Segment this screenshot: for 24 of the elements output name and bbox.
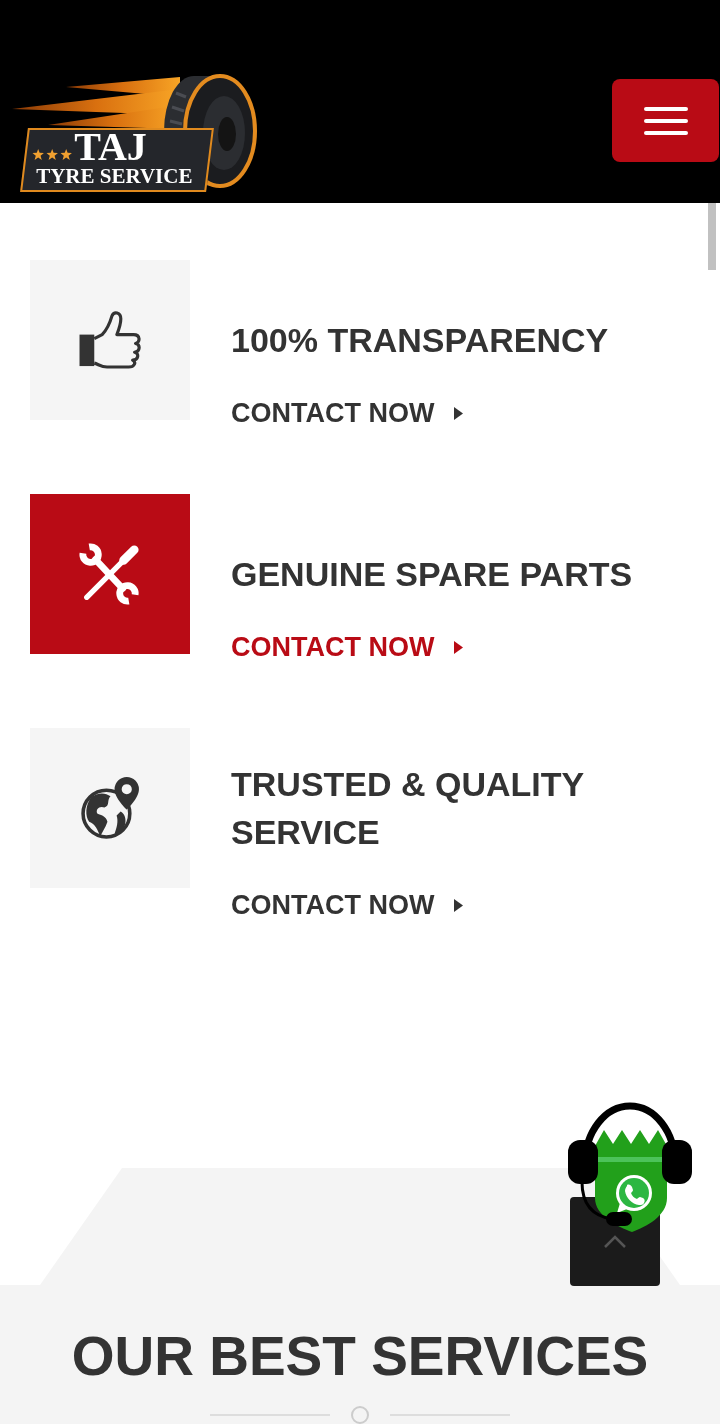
star-icon <box>46 149 59 160</box>
chevron-up-icon <box>603 1234 627 1249</box>
feature-title: TRUSTED & QUALITY SERVICE <box>231 764 585 853</box>
contact-link[interactable]: CONTACT NOW <box>231 630 464 664</box>
feature-title: 100% TRANSPARENCY <box>231 320 610 361</box>
contact-link[interactable]: CONTACT NOW <box>231 888 464 922</box>
menu-button[interactable] <box>612 79 719 162</box>
ring-icon <box>351 1406 369 1424</box>
thumbs-up-icon <box>78 310 142 370</box>
scrollbar-thumb[interactable] <box>708 203 716 270</box>
contact-link[interactable]: CONTACT NOW <box>231 396 464 430</box>
logo-subtitle: TYRE SERVICE <box>35 165 193 187</box>
globe-pin-icon <box>79 776 141 840</box>
section-title: OUR BEST SERVICES <box>70 1324 650 1389</box>
headset-chat-icon[interactable] <box>568 1100 692 1232</box>
caret-icon <box>454 406 464 420</box>
star-icon <box>60 149 73 160</box>
logo-title: TAJ <box>74 130 147 164</box>
star-icon <box>32 149 45 160</box>
caret-icon <box>454 898 464 912</box>
feature-title: GENUINE SPARE PARTS <box>231 554 634 595</box>
menu-icon[interactable] <box>643 106 688 135</box>
caret-icon <box>454 640 464 654</box>
wrench-screwdriver-icon <box>78 542 142 606</box>
